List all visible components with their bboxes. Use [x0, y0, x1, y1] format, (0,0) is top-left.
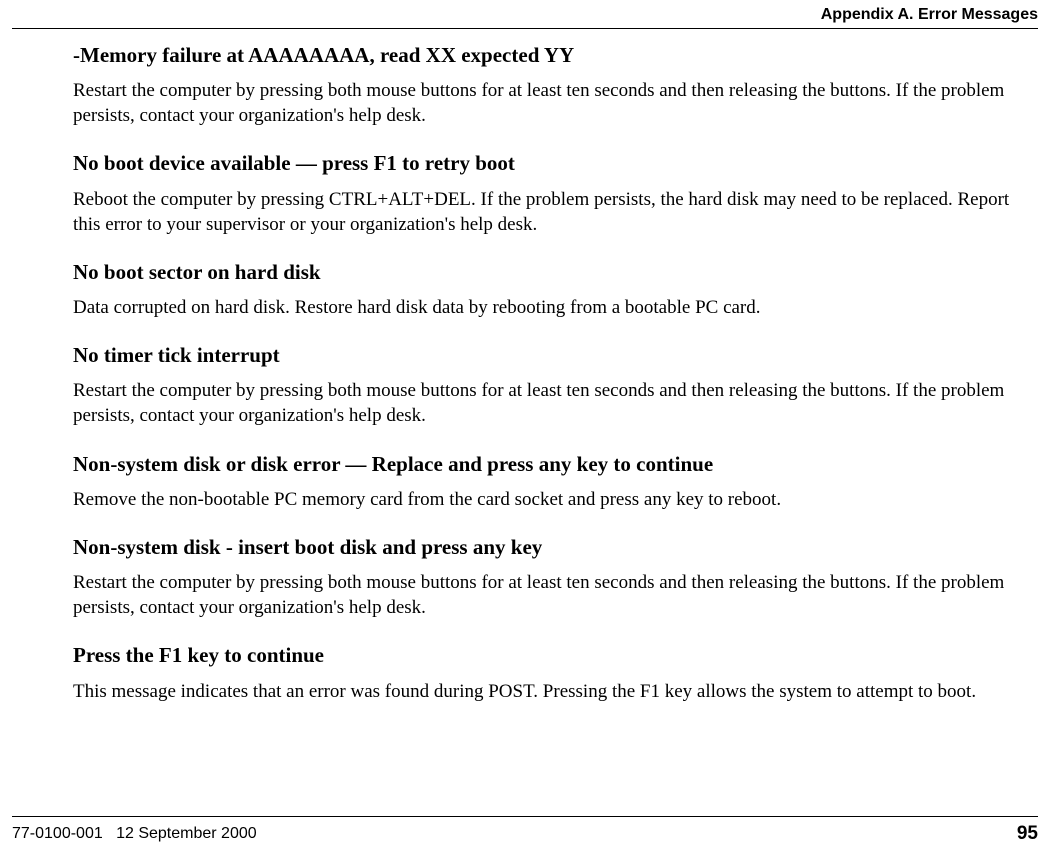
page-number: 95: [1017, 823, 1038, 845]
error-heading: -Memory failure at AAAAAAAA, read XX exp…: [73, 42, 1036, 68]
error-heading: No boot device available — press F1 to r…: [73, 150, 1036, 176]
header-divider: [12, 28, 1038, 29]
error-body: This message indicates that an error was…: [73, 679, 1036, 704]
doc-date: 12 September 2000: [116, 825, 257, 842]
error-entry: Non-system disk - insert boot disk and p…: [73, 534, 1036, 620]
error-heading: No boot sector on hard disk: [73, 259, 1036, 285]
error-heading: No timer tick interrupt: [73, 342, 1036, 368]
error-entry: No boot sector on hard disk Data corrupt…: [73, 259, 1036, 320]
error-body: Restart the computer by pressing both mo…: [73, 78, 1036, 128]
error-entry: Press the F1 key to continue This messag…: [73, 642, 1036, 703]
doc-id: 77-0100-001: [12, 825, 103, 842]
error-entry: No boot device available — press F1 to r…: [73, 150, 1036, 236]
error-entry: No timer tick interrupt Restart the comp…: [73, 342, 1036, 428]
error-body: Restart the computer by pressing both mo…: [73, 378, 1036, 428]
error-entry: Non-system disk or disk error — Replace …: [73, 451, 1036, 512]
footer-left: 77-0100-001 12 September 2000: [12, 825, 257, 843]
error-body: Data corrupted on hard disk. Restore har…: [73, 295, 1036, 320]
error-heading: Non-system disk or disk error — Replace …: [73, 451, 1036, 477]
footer-divider: [12, 816, 1038, 817]
content-area: -Memory failure at AAAAAAAA, read XX exp…: [73, 42, 1036, 726]
error-heading: Press the F1 key to continue: [73, 642, 1036, 668]
error-body: Remove the non-bootable PC memory card f…: [73, 487, 1036, 512]
document-page: Appendix A. Error Messages -Memory failu…: [0, 0, 1050, 855]
error-entry: -Memory failure at AAAAAAAA, read XX exp…: [73, 42, 1036, 128]
appendix-title: Appendix A. Error Messages: [821, 6, 1038, 24]
error-body: Restart the computer by pressing both mo…: [73, 570, 1036, 620]
error-body: Reboot the computer by pressing CTRL+ALT…: [73, 187, 1036, 237]
error-heading: Non-system disk - insert boot disk and p…: [73, 534, 1036, 560]
